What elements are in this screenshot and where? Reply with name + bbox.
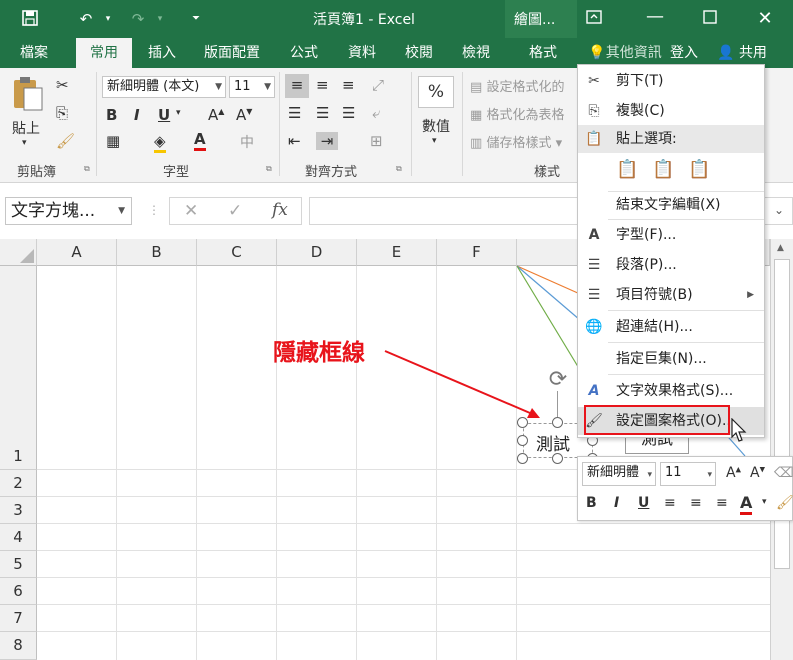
menu-item-copy[interactable]: ⎘ 複製(C): [578, 97, 764, 125]
format-painter-icon[interactable]: 🖌: [776, 495, 793, 511]
mini-size-combo[interactable]: 11 ▾: [660, 462, 716, 486]
paragraph-icon: ☰: [587, 257, 601, 273]
menu-item-label: 貼上選項:: [616, 131, 677, 147]
grow-font-icon[interactable]: A▲: [726, 465, 741, 481]
bold-icon[interactable]: B: [586, 495, 597, 511]
menu-item-label: 段落(P)...: [616, 257, 677, 273]
paste-keep-source-icon[interactable]: 📋: [616, 159, 638, 183]
menu-item-label: 指定巨集(N)...: [616, 351, 707, 367]
chevron-down-icon: ▾: [647, 470, 652, 480]
menu-item-text-effects[interactable]: A 文字效果格式(S)...: [578, 377, 764, 405]
text-effects-icon: A: [588, 383, 600, 399]
font-icon: A: [588, 227, 600, 243]
mini-font-value: 新細明體: [587, 465, 640, 480]
menu-item-bullets[interactable]: ☰ 項目符號(B) ▶: [578, 281, 764, 309]
menu-item-hyperlink[interactable]: 🌐 超連結(H)...: [578, 313, 764, 341]
submenu-arrow-icon: ▶: [747, 290, 754, 300]
mini-font-combo[interactable]: 新細明體 ▾: [582, 462, 656, 486]
clear-format-icon[interactable]: ⌫: [774, 465, 793, 481]
menu-item-label: 結束文字編輯(X): [616, 197, 721, 213]
menu-item-exit-edit[interactable]: 結束文字編輯(X): [578, 191, 764, 219]
menu-paste-options-header: 📋 貼上選項:: [578, 125, 764, 153]
bullets-icon: ☰: [587, 287, 601, 303]
hyperlink-icon: 🌐: [585, 319, 603, 335]
menu-separator: [608, 374, 764, 375]
menu-item-label: 文字效果格式(S)...: [616, 383, 734, 399]
menu-item-cut[interactable]: ✂ 剪下(T): [578, 67, 764, 95]
mini-toolbar: 新細明體 ▾ 11 ▾ A▲ A▼ ⌫ B I U ≡ ≡ ≡ A ▾ 🖌: [577, 456, 793, 521]
menu-item-label: 字型(F)...: [616, 227, 677, 243]
menu-item-label: 超連結(H)...: [616, 319, 693, 335]
context-menu: ✂ 剪下(T) ⎘ 複製(C) 📋 貼上選項: 📋 📋 📋 結束文字編輯(X) A 字型…: [577, 64, 765, 438]
menu-item-label: 剪下(T): [616, 73, 664, 89]
align-center-icon[interactable]: ≡: [690, 495, 702, 511]
paste-merge-format-icon[interactable]: 📋: [652, 159, 674, 183]
shrink-font-icon[interactable]: A▼: [750, 465, 765, 481]
menu-separator: [608, 310, 764, 311]
align-right-icon[interactable]: ≡: [716, 495, 728, 511]
menu-item-label: 複製(C): [616, 103, 665, 119]
scissors-icon: ✂: [588, 73, 600, 89]
menu-item-paragraph[interactable]: ☰ 段落(P)...: [578, 251, 764, 279]
copy-icon: ⎘: [588, 103, 600, 119]
menu-separator: [608, 342, 764, 343]
font-color-dropdown-icon[interactable]: ▾: [762, 497, 767, 507]
mini-size-value: 11: [665, 465, 682, 480]
highlight-box: [584, 405, 730, 435]
menu-separator: [608, 219, 764, 220]
chevron-down-icon: ▾: [707, 470, 712, 480]
align-left-icon[interactable]: ≡: [664, 495, 676, 511]
menu-item-label: 項目符號(B): [616, 287, 693, 303]
italic-icon[interactable]: I: [614, 495, 619, 511]
menu-item-font[interactable]: A 字型(F)...: [578, 221, 764, 249]
clipboard-icon: 📋: [585, 131, 603, 147]
font-color-icon[interactable]: A: [740, 493, 753, 515]
underline-icon[interactable]: U: [638, 495, 649, 511]
paste-text-only-icon[interactable]: 📋: [688, 159, 710, 183]
menu-item-assign-macro[interactable]: 指定巨集(N)...: [578, 345, 764, 373]
mouse-cursor-icon: [731, 418, 747, 442]
